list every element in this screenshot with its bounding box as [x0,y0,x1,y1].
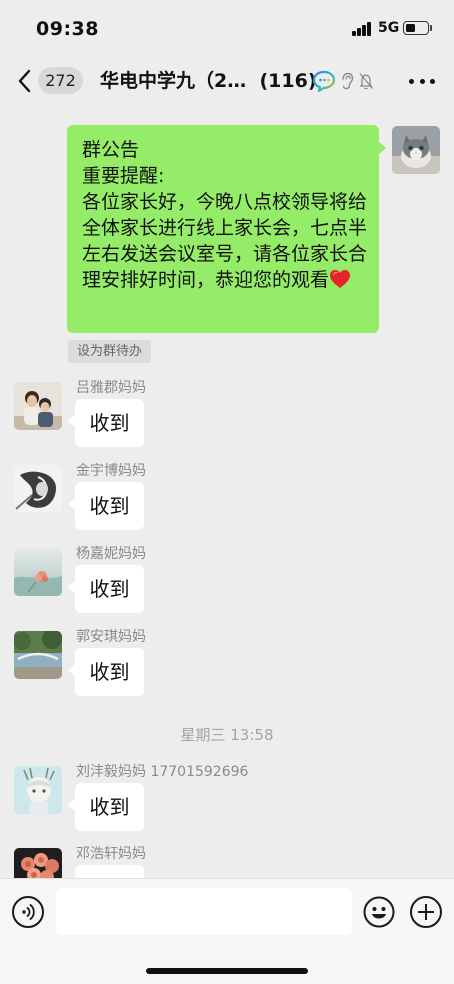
message-text: 收到 [75,865,144,878]
plus-icon[interactable] [410,896,442,928]
sender-name: 吕雅郡妈妈 [76,380,146,396]
roses-avatar [14,848,62,878]
avatar[interactable] [14,766,62,814]
chatbot-icon [312,70,336,92]
message-text: 收到 [89,795,130,819]
avatar[interactable] [14,465,62,513]
home-indicator[interactable] [146,968,308,974]
unread-count-badge[interactable]: 272 [38,67,83,94]
message-bubble[interactable]: 收到 [68,783,144,831]
network-type: 5G [378,20,400,36]
more-icon[interactable] [409,70,435,92]
announcement-body: 重要提醒: 各位家长好，今晚八点校领导将给全体家长进行线上家长会，七点半左右发送会… [82,163,368,293]
announcement-bubble[interactable]: 群公告 重要提醒: 各位家长好，今晚八点校领导将给全体家长进行线上家长会，七点半左… [67,125,386,333]
message-bubble[interactable]: 收到 [68,482,144,530]
message-text: 收到 [89,494,130,518]
group-name: 华电中学九（2… [100,70,247,92]
status-time: 09:38 [36,18,99,40]
announcement-title: 群公告 [82,139,140,161]
set-group-todo-button[interactable]: 设为群待办 [68,340,152,363]
sender-name: 杨嘉妮妈妈 [76,546,146,562]
member-count: (116) [259,70,317,92]
avatar[interactable] [14,382,62,430]
red-heart-icon [330,270,351,288]
message-bubble[interactable]: 收到 [68,648,144,696]
message-bubble[interactable]: 收到 [75,865,144,878]
message-bubble[interactable]: 收到 [68,399,144,447]
message-text: 收到 [89,660,130,684]
chat-title[interactable]: 华电中学九（2… (116) [100,67,317,95]
mute-icon [359,73,373,90]
announcement-text: 重要提醒: 各位家长好，今晚八点校领导将给全体家长进行线上家长会，七点半左右发送会… [82,165,368,291]
flower-water-avatar [14,548,62,596]
park-scene-avatar [14,631,62,679]
emoji-icon[interactable] [363,896,395,928]
message-list[interactable]: 群公告 重要提醒: 各位家长好，今晚八点校领导将给全体家长进行线上家长会，七点半左… [0,106,454,878]
own-avatar[interactable] [392,126,440,174]
message-text: 收到 [89,577,130,601]
anime-character-avatar [14,766,62,814]
sender-name: 邓浩轩妈妈 [76,846,146,862]
message-timestamp: 星期三 13:58 [180,726,274,744]
signal-icon [352,22,372,36]
message-text: 收到 [89,411,130,435]
chat-header: 272 华电中学九（2… (116) [0,58,454,106]
bubble-tail [378,141,386,155]
avatar[interactable] [14,848,62,878]
battery-cap [430,25,432,31]
input-bar [0,878,454,984]
sender-name: 刘沣毅妈妈 17701592696 [76,764,249,780]
voice-wave-glyph [22,904,35,920]
back-icon[interactable] [12,66,38,96]
monochrome-art-avatar [14,465,62,513]
parent-child-photo [14,382,62,430]
cat-avatar-image [392,126,440,174]
battery-icon [403,21,429,35]
sender-name: 郭安琪妈妈 [76,629,146,645]
message-bubble[interactable]: 收到 [68,565,144,613]
sender-name: 金宇博妈妈 [76,463,146,479]
avatar[interactable] [14,548,62,596]
voice-icon[interactable] [12,896,44,928]
message-input[interactable] [56,888,352,935]
avatar[interactable] [14,631,62,679]
status-bar: 09:38 5G [0,0,454,58]
ear-icon [342,72,354,90]
